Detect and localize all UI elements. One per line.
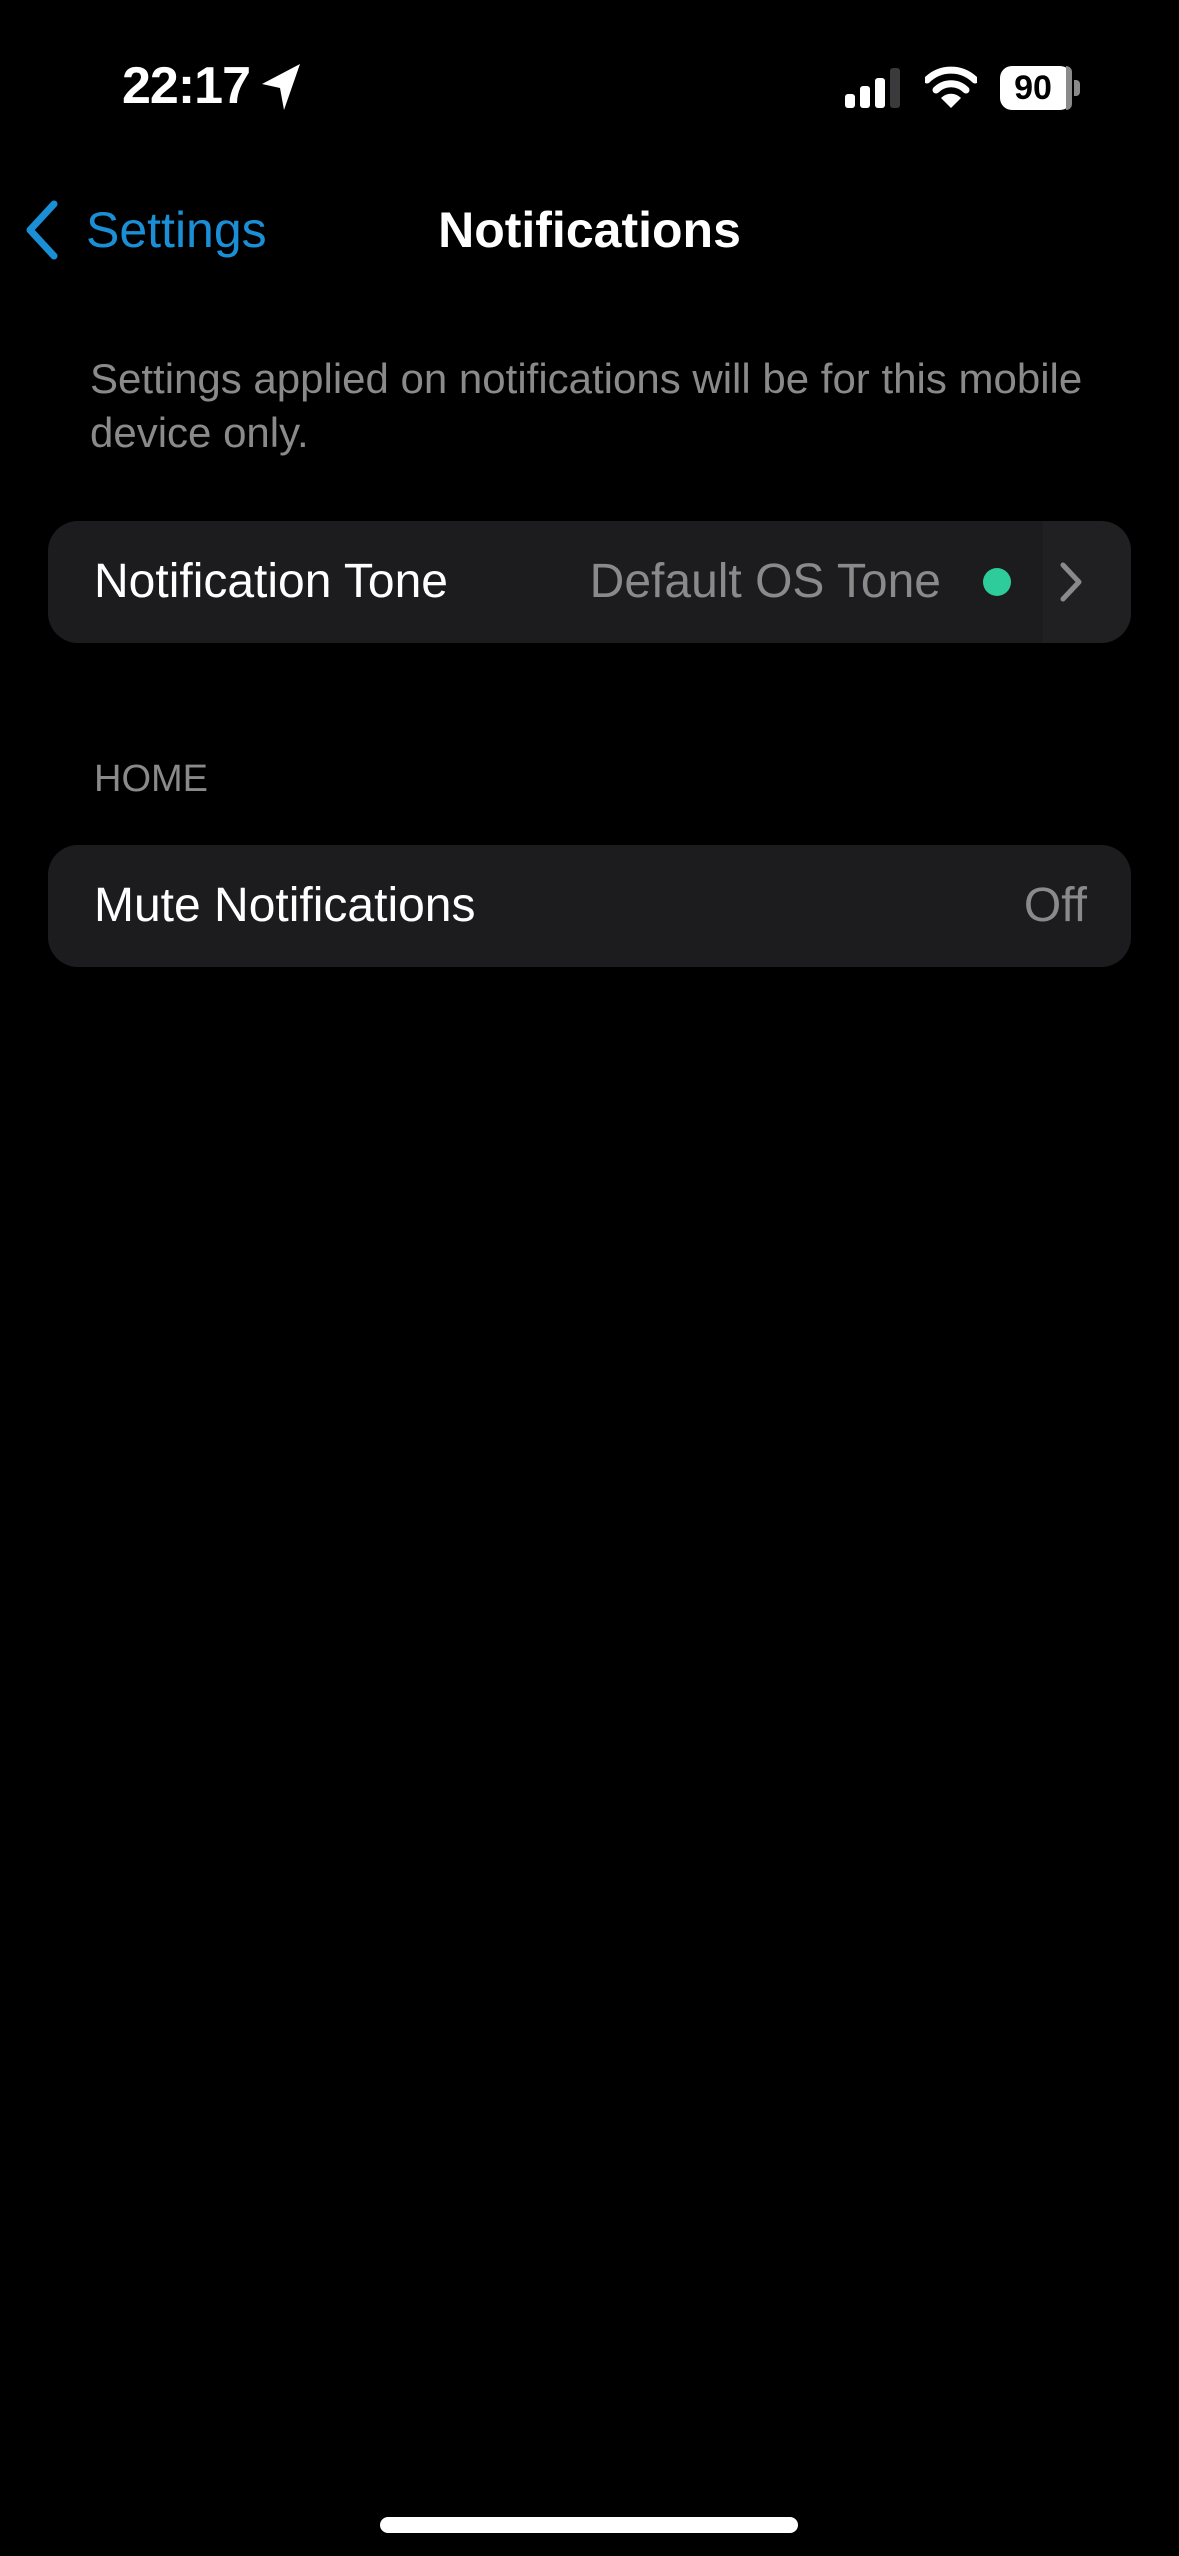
notification-tone-label: Notification Tone <box>94 555 448 608</box>
wifi-icon <box>925 66 977 108</box>
description-text: Settings applied on notifications will b… <box>90 355 1083 456</box>
navigation-bar: Settings Notifications <box>0 180 1179 280</box>
page-title: Notifications <box>438 202 741 258</box>
chevron-right-icon <box>1060 562 1082 602</box>
home-indicator[interactable] <box>380 2517 798 2533</box>
battery-body: 90 <box>1000 66 1072 110</box>
battery-level: 90 <box>1014 69 1052 107</box>
battery-empty-portion <box>1066 66 1072 110</box>
cellular-signal-icon <box>845 68 900 108</box>
chevron-area[interactable] <box>1043 521 1131 643</box>
status-bar: 22:17 90 <box>0 0 1179 170</box>
battery-cap <box>1074 80 1080 96</box>
notification-tone-value: Default OS Tone <box>589 555 941 608</box>
mute-notifications-value: Off <box>1023 879 1087 932</box>
battery-icon: 90 <box>1000 66 1080 110</box>
status-time: 22:17 <box>122 57 251 115</box>
location-arrow-icon <box>262 64 300 110</box>
section-header-home: HOME <box>94 758 208 800</box>
mute-notifications-label: Mute Notifications <box>94 879 476 932</box>
notification-tone-row[interactable]: Notification Tone Default OS Tone <box>48 521 1131 643</box>
status-dot <box>983 568 1011 596</box>
mute-notifications-row[interactable]: Mute Notifications Off <box>48 845 1131 967</box>
